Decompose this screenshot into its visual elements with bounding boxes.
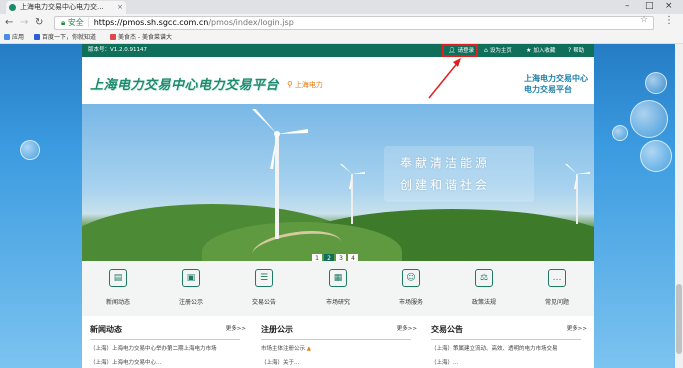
forward-icon[interactable]: → xyxy=(20,16,28,30)
back-icon[interactable]: ← xyxy=(5,16,13,30)
news-item[interactable]: （上海）... xyxy=(431,358,586,366)
minimize-icon[interactable]: – xyxy=(625,0,630,13)
research-icon: ▦ xyxy=(329,269,347,287)
more-link[interactable]: 更多>> xyxy=(226,324,246,332)
browser-tab[interactable]: 上海电力交易中心电力交... × xyxy=(6,1,126,14)
browser-tab-strip: 上海电力交易中心电力交... × – □ × xyxy=(0,0,683,14)
quick-link-policy[interactable]: ⚖ 政策法规 xyxy=(454,269,514,306)
secure-label: 安全 xyxy=(67,18,84,27)
news-item[interactable]: （上海）策属建立流动、高效、透明的电力市场交易 xyxy=(431,344,586,352)
more-link[interactable]: 更多>> xyxy=(397,324,417,332)
help-link[interactable]: ? 帮助 xyxy=(568,44,584,58)
version-label: 版本号：V1.2.0.91147 xyxy=(88,47,148,53)
close-tab-icon[interactable]: × xyxy=(117,1,123,14)
hero-banner[interactable]: 奉献清洁能源 创建和谐社会 1234 xyxy=(82,104,594,261)
quick-link-register[interactable]: ▣ 注册公示 xyxy=(161,269,221,306)
set-home-link[interactable]: ⌂ 设为主页 xyxy=(484,44,512,58)
page-container: 版本号：V1.2.0.91147 👤︎ 请登录 ⌂ 设为主页 ★ 加入收藏 ? 帮助 上… xyxy=(82,44,594,368)
carousel-page-3[interactable]: 3 xyxy=(336,254,346,261)
bookmark-apps[interactable]: 应用 xyxy=(4,32,24,43)
quick-link-notice[interactable]: ☰ 交易公告 xyxy=(234,269,294,306)
section-title: 新闻动态 xyxy=(90,325,122,334)
news-item[interactable]: （上海）关于... xyxy=(261,358,416,366)
quick-link-service[interactable]: ☺ 市场服务 xyxy=(381,269,441,306)
quick-links-row: ▤ 新闻动态 ▣ 注册公示 ☰ 交易公告 ▦ 市场研究 ☺ 市场服务 ⚖ 政策法规 … 常见问… xyxy=(82,261,594,316)
scrollbar-thumb[interactable] xyxy=(676,284,682,354)
notice-section: 交易公告 更多>> （上海）策属建立流动、高效、透明的电力市场交易 （上海）..… xyxy=(423,316,593,368)
carousel-pager: 1234 xyxy=(312,245,360,261)
site-header: 上海电力交易中心电力交易平台 ⚲ 上海电力 上海电力交易中心 电力交易平台 xyxy=(82,57,594,104)
home-icon: ⌂ xyxy=(484,47,488,54)
url-path: /pmos/index/login.jsp xyxy=(208,18,294,27)
page-scrollbar[interactable] xyxy=(675,44,683,368)
bookmarks-bar: 应用 百度一下，你就知道 美食杰 - 美食菜谱大 xyxy=(0,32,683,44)
notice-icon: ☰ xyxy=(255,269,273,287)
service-icon: ☺ xyxy=(402,269,420,287)
window-close-icon[interactable]: × xyxy=(665,0,673,13)
decorative-bubble xyxy=(645,72,667,94)
address-bar[interactable]: 🔒︎ 安全 │ https://pmos.sh.sgcc.com.cn/pmos… xyxy=(54,16,654,30)
top-utility-bar: 版本号：V1.2.0.91147 👤︎ 请登录 ⌂ 设为主页 ★ 加入收藏 ? 帮助 xyxy=(82,44,594,57)
bookmark-baidu[interactable]: 百度一下，你就知道 xyxy=(34,32,96,43)
quick-link-research[interactable]: ▦ 市场研究 xyxy=(308,269,368,306)
decorative-bubble xyxy=(630,100,668,138)
add-favorite-link[interactable]: ★ 加入收藏 xyxy=(526,44,555,58)
wind-turbine-icon xyxy=(340,164,365,224)
browser-menu-icon[interactable]: ⋮ xyxy=(664,15,674,26)
reload-icon[interactable]: ↻ xyxy=(35,16,43,30)
meishi-icon xyxy=(110,34,116,40)
faq-icon: … xyxy=(548,269,566,287)
bookmark-star-icon[interactable]: ☆ xyxy=(640,15,648,25)
bookmark-meishi[interactable]: 美食杰 - 美食菜谱大 xyxy=(110,32,172,43)
register-section: 注册公示 更多>> 市场主体注册公示 ▲ （上海）关于... xyxy=(253,316,423,368)
register-icon: ▣ xyxy=(182,269,200,287)
decorative-bubble xyxy=(20,140,40,160)
quick-link-faq[interactable]: … 常见问题 xyxy=(527,269,587,306)
site-favicon-icon xyxy=(9,4,16,11)
news-section: 新闻动态 更多>> （上海）上海电力交易中心举办第二期上海电力市场 （上海）上海… xyxy=(82,316,252,368)
wind-turbine-icon xyxy=(252,109,308,239)
decorative-bubble xyxy=(640,140,672,172)
banner-slogan: 奉献清洁能源 创建和谐社会 xyxy=(384,146,534,202)
section-title: 注册公示 xyxy=(261,325,293,334)
tab-title: 上海电力交易中心电力交... xyxy=(20,3,104,11)
decorative-bubble xyxy=(612,125,628,141)
apps-grid-icon xyxy=(4,34,10,40)
news-item[interactable]: （上海）上海电力交易中心... xyxy=(90,358,245,366)
region-selector[interactable]: ⚲ 上海电力 xyxy=(287,80,323,90)
star-icon: ★ xyxy=(526,47,532,54)
maximize-icon[interactable]: □ xyxy=(645,0,654,13)
header-right-title: 上海电力交易中心 电力交易平台 xyxy=(524,74,588,94)
wind-turbine-icon xyxy=(565,164,590,224)
url-host: https://pmos.sh.sgcc.com.cn xyxy=(93,18,209,27)
help-icon: ? xyxy=(568,47,572,54)
baidu-icon xyxy=(34,34,40,40)
more-link[interactable]: 更多>> xyxy=(567,324,587,332)
news-item[interactable]: （上海）上海电力交易中心举办第二期上海电力市场 xyxy=(90,344,245,352)
flame-icon: ▲ xyxy=(306,346,311,352)
login-highlight-box xyxy=(442,44,478,57)
policy-icon: ⚖ xyxy=(475,269,493,287)
section-title: 交易公告 xyxy=(431,325,463,334)
news-icon: ▤ xyxy=(109,269,127,287)
carousel-page-1[interactable]: 1 xyxy=(312,254,322,261)
secure-lock-icon: 🔒︎ xyxy=(61,18,68,27)
location-pin-icon: ⚲ xyxy=(287,80,293,89)
browser-toolbar: ← → ↻ 🔒︎ 安全 │ https://pmos.sh.sgcc.com.c… xyxy=(0,14,683,32)
carousel-page-4[interactable]: 4 xyxy=(348,254,358,261)
quick-link-news[interactable]: ▤ 新闻动态 xyxy=(88,269,148,306)
news-item[interactable]: 市场主体注册公示 ▲ xyxy=(261,344,416,352)
carousel-page-2[interactable]: 2 xyxy=(324,254,334,261)
site-logo[interactable]: 上海电力交易中心电力交易平台 xyxy=(90,74,279,93)
